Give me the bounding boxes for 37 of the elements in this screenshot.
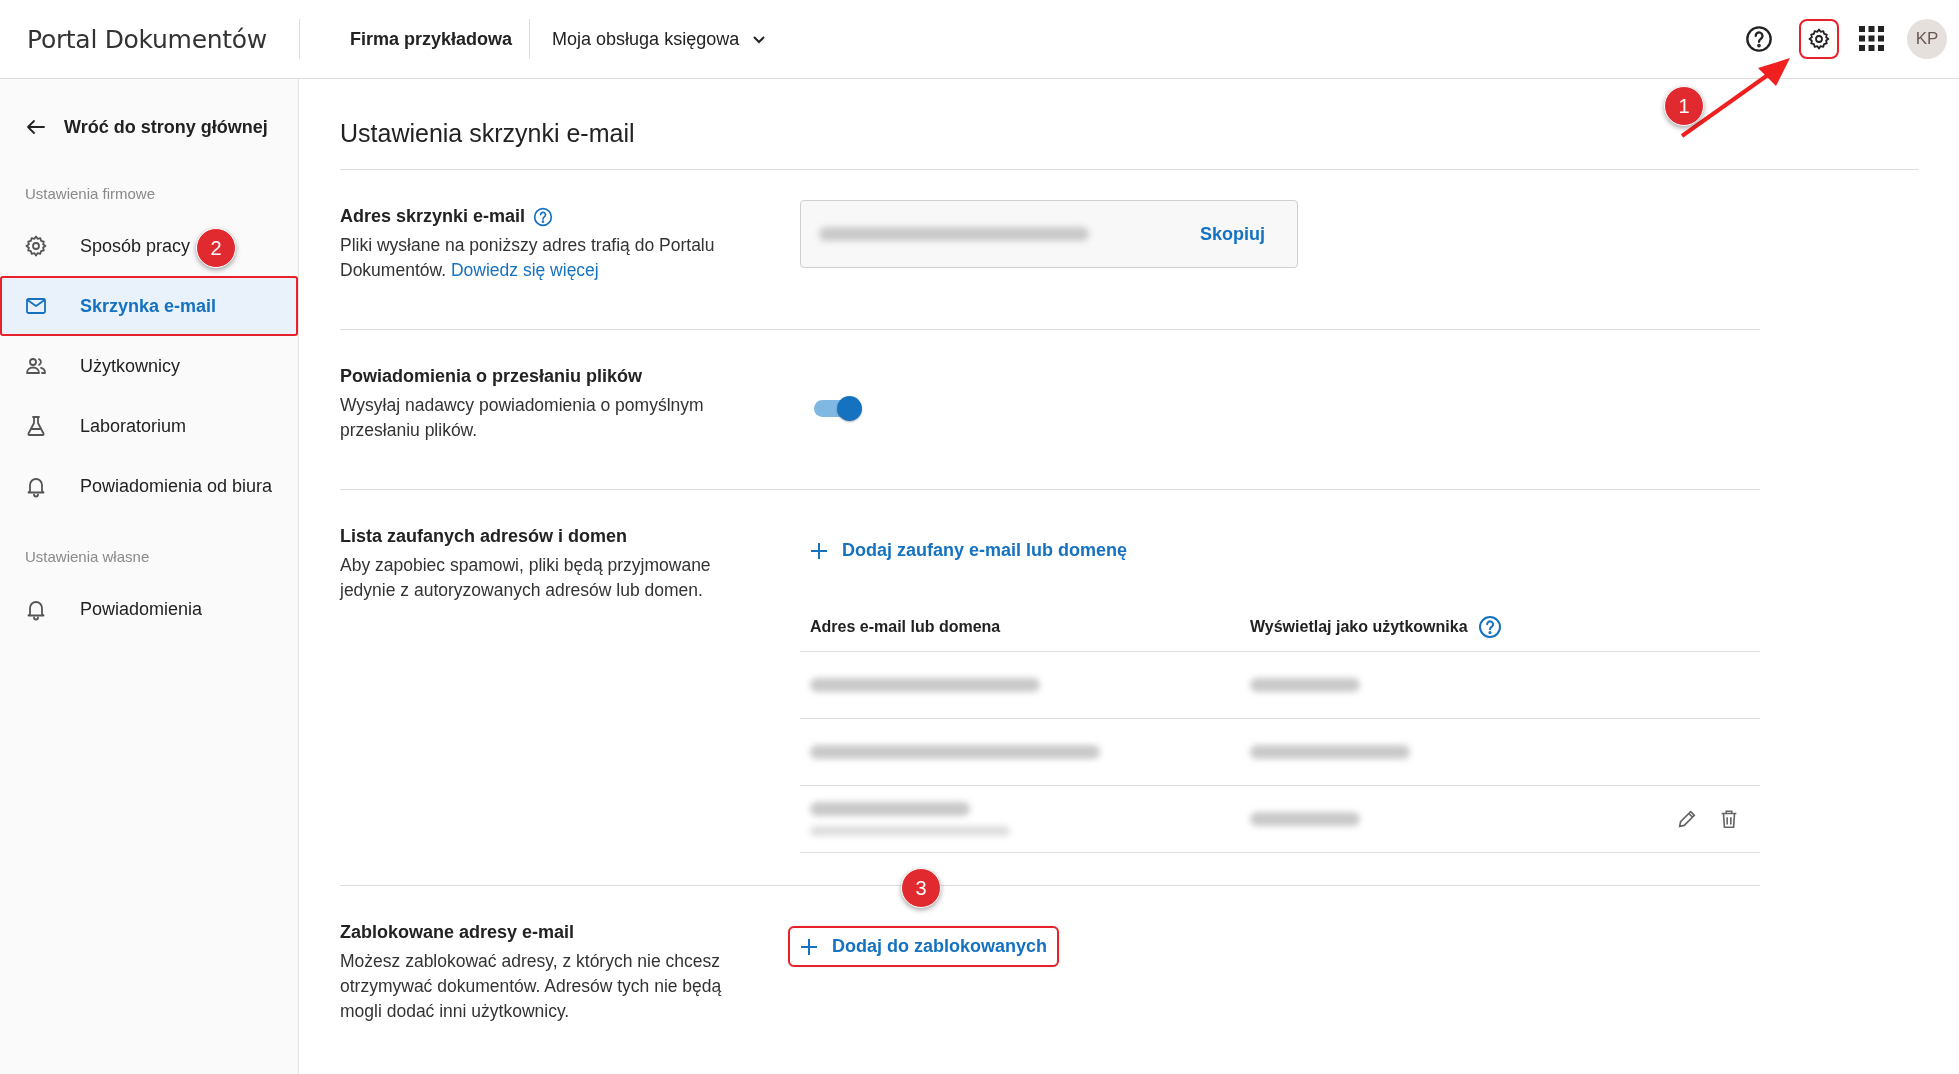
step-badge: 3 [901,868,941,908]
section-heading: Powiadomienia o przesłaniu plików [340,366,643,387]
add-trusted-button[interactable]: Dodaj zaufany e-mail lub domenę [800,532,1138,569]
service-dropdown[interactable]: Moja obsługa księgowa [552,28,768,50]
sidebar-item[interactable]: Użytkownicy [0,336,298,396]
help-icon[interactable] [1745,25,1773,53]
app-title: Portal Dokumentów [26,24,268,54]
sidebar-item[interactable]: Powiadomienia od biura [0,456,298,516]
settings-icon [1807,27,1831,51]
company-name: Firma przykładowa [350,28,513,50]
sidebar-item[interactable]: Powiadomienia [0,579,298,639]
step-badge: 1 [1664,86,1704,126]
edit-icon[interactable] [1676,808,1698,830]
section-description: Aby zapobiec spamowi, pliki będą przyjmowane jedynie z autoryzowanych adresów lub domen. [340,554,712,602]
settings-icon [24,234,48,258]
back-link[interactable]: Wróć do strony głównej [0,89,292,165]
toggle-switch[interactable] [814,394,862,422]
sidebar-item[interactable]: Skrzynka e-mail [0,276,298,336]
copy-button[interactable]: Skopiuj [1194,222,1271,246]
section-description: Pliki wysłane na poniższy adres trafią do Portalu Dokumentów. Dowiedz się więcej [340,234,716,282]
plus-icon [810,541,828,560]
settings-button[interactable] [1801,21,1837,57]
user-avatar[interactable]: KP [1907,19,1947,59]
plus-icon [800,937,818,956]
section-heading: Lista zaufanych adresów i domen [340,526,628,547]
sidebar-item[interactable]: Laboratorium [0,396,298,456]
add-blocked-button[interactable]: Dodaj do zablokowanych [790,928,1058,965]
column-header: Wyświetlaj jako użytkownika [1250,618,1468,636]
section-description: Wysyłaj nadawcy powiadomienia o pomyślnym przesłaniu plików. [340,394,705,442]
section-label: Ustawienia własne [24,547,151,567]
column-header: Adres e-mail lub domena [810,618,1001,636]
section-heading: Zablokowane adresy e-mail [340,922,575,943]
apps-grid-icon[interactable] [1859,26,1885,52]
learn-more-link[interactable]: Dowiedz się więcej [450,260,599,280]
section-heading: Adres skrzynki e-mail [340,206,526,227]
section-label: Ustawienia firmowe [24,184,157,204]
section-description: Możesz zablokować adresy, z których nie chcesz otrzymywać dokumentów. Adresów tych nie będą mogli dodać inni użytkownicy. [340,950,723,1023]
